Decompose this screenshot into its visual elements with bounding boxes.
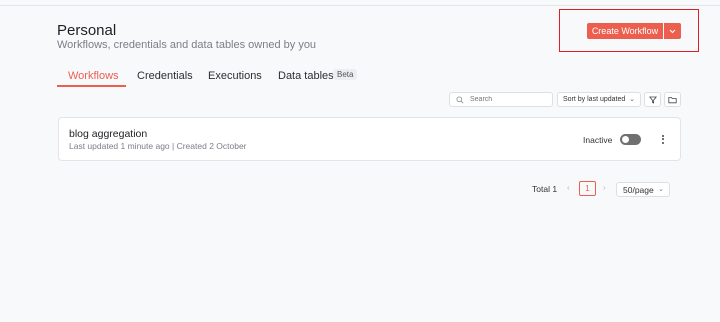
page-subtitle: Workflows, credentials and data tables o… — [57, 39, 317, 51]
page-size-value: 50/page — [623, 184, 654, 195]
tab-data-tables[interactable]: Data tables — [278, 70, 334, 82]
workflow-status-label: Inactive — [583, 135, 613, 145]
previous-page-icon[interactable]: ‹ — [567, 183, 570, 192]
search-icon — [450, 91, 464, 109]
workflow-meta: Last updated 1 minute ago | Created 2 Oc… — [69, 141, 247, 151]
tab-workflows[interactable]: Workflows — [68, 70, 119, 82]
toggle-knob — [622, 136, 629, 143]
search-field[interactable] — [449, 92, 553, 107]
chevron-down-icon — [669, 27, 676, 36]
filter-icon — [648, 91, 657, 109]
top-divider — [0, 5, 720, 6]
filter-button[interactable] — [644, 92, 661, 107]
sort-select-value: Sort by last updated — [563, 96, 626, 103]
folder-icon — [668, 91, 677, 109]
tab-executions[interactable]: Executions — [208, 70, 262, 82]
more-options-icon[interactable] — [659, 131, 667, 147]
page-title: Personal — [57, 22, 117, 39]
search-input[interactable] — [468, 95, 552, 104]
workflow-name[interactable]: blog aggregation — [69, 128, 147, 140]
active-tab-indicator — [57, 85, 126, 87]
page-size-select[interactable]: 50/page ⌄ — [616, 182, 670, 197]
chevron-down-icon: ⌄ — [629, 96, 635, 103]
next-page-icon[interactable]: › — [603, 183, 606, 192]
sort-select[interactable]: Sort by last updated ⌄ — [557, 92, 641, 107]
workflow-card[interactable]: blog aggregation Last updated 1 minute a… — [58, 117, 681, 161]
chevron-down-icon: ⌄ — [658, 186, 664, 193]
create-workflow-button[interactable]: Create Workflow — [587, 23, 663, 39]
tab-credentials[interactable]: Credentials — [137, 70, 193, 82]
workflow-active-toggle[interactable] — [620, 134, 641, 145]
create-workflow-dropdown-button[interactable] — [664, 23, 681, 39]
pagination-total: Total 1 — [532, 184, 558, 194]
folder-button[interactable] — [664, 92, 681, 107]
page-number-button[interactable]: 1 — [579, 181, 596, 196]
beta-badge: Beta — [333, 69, 358, 80]
